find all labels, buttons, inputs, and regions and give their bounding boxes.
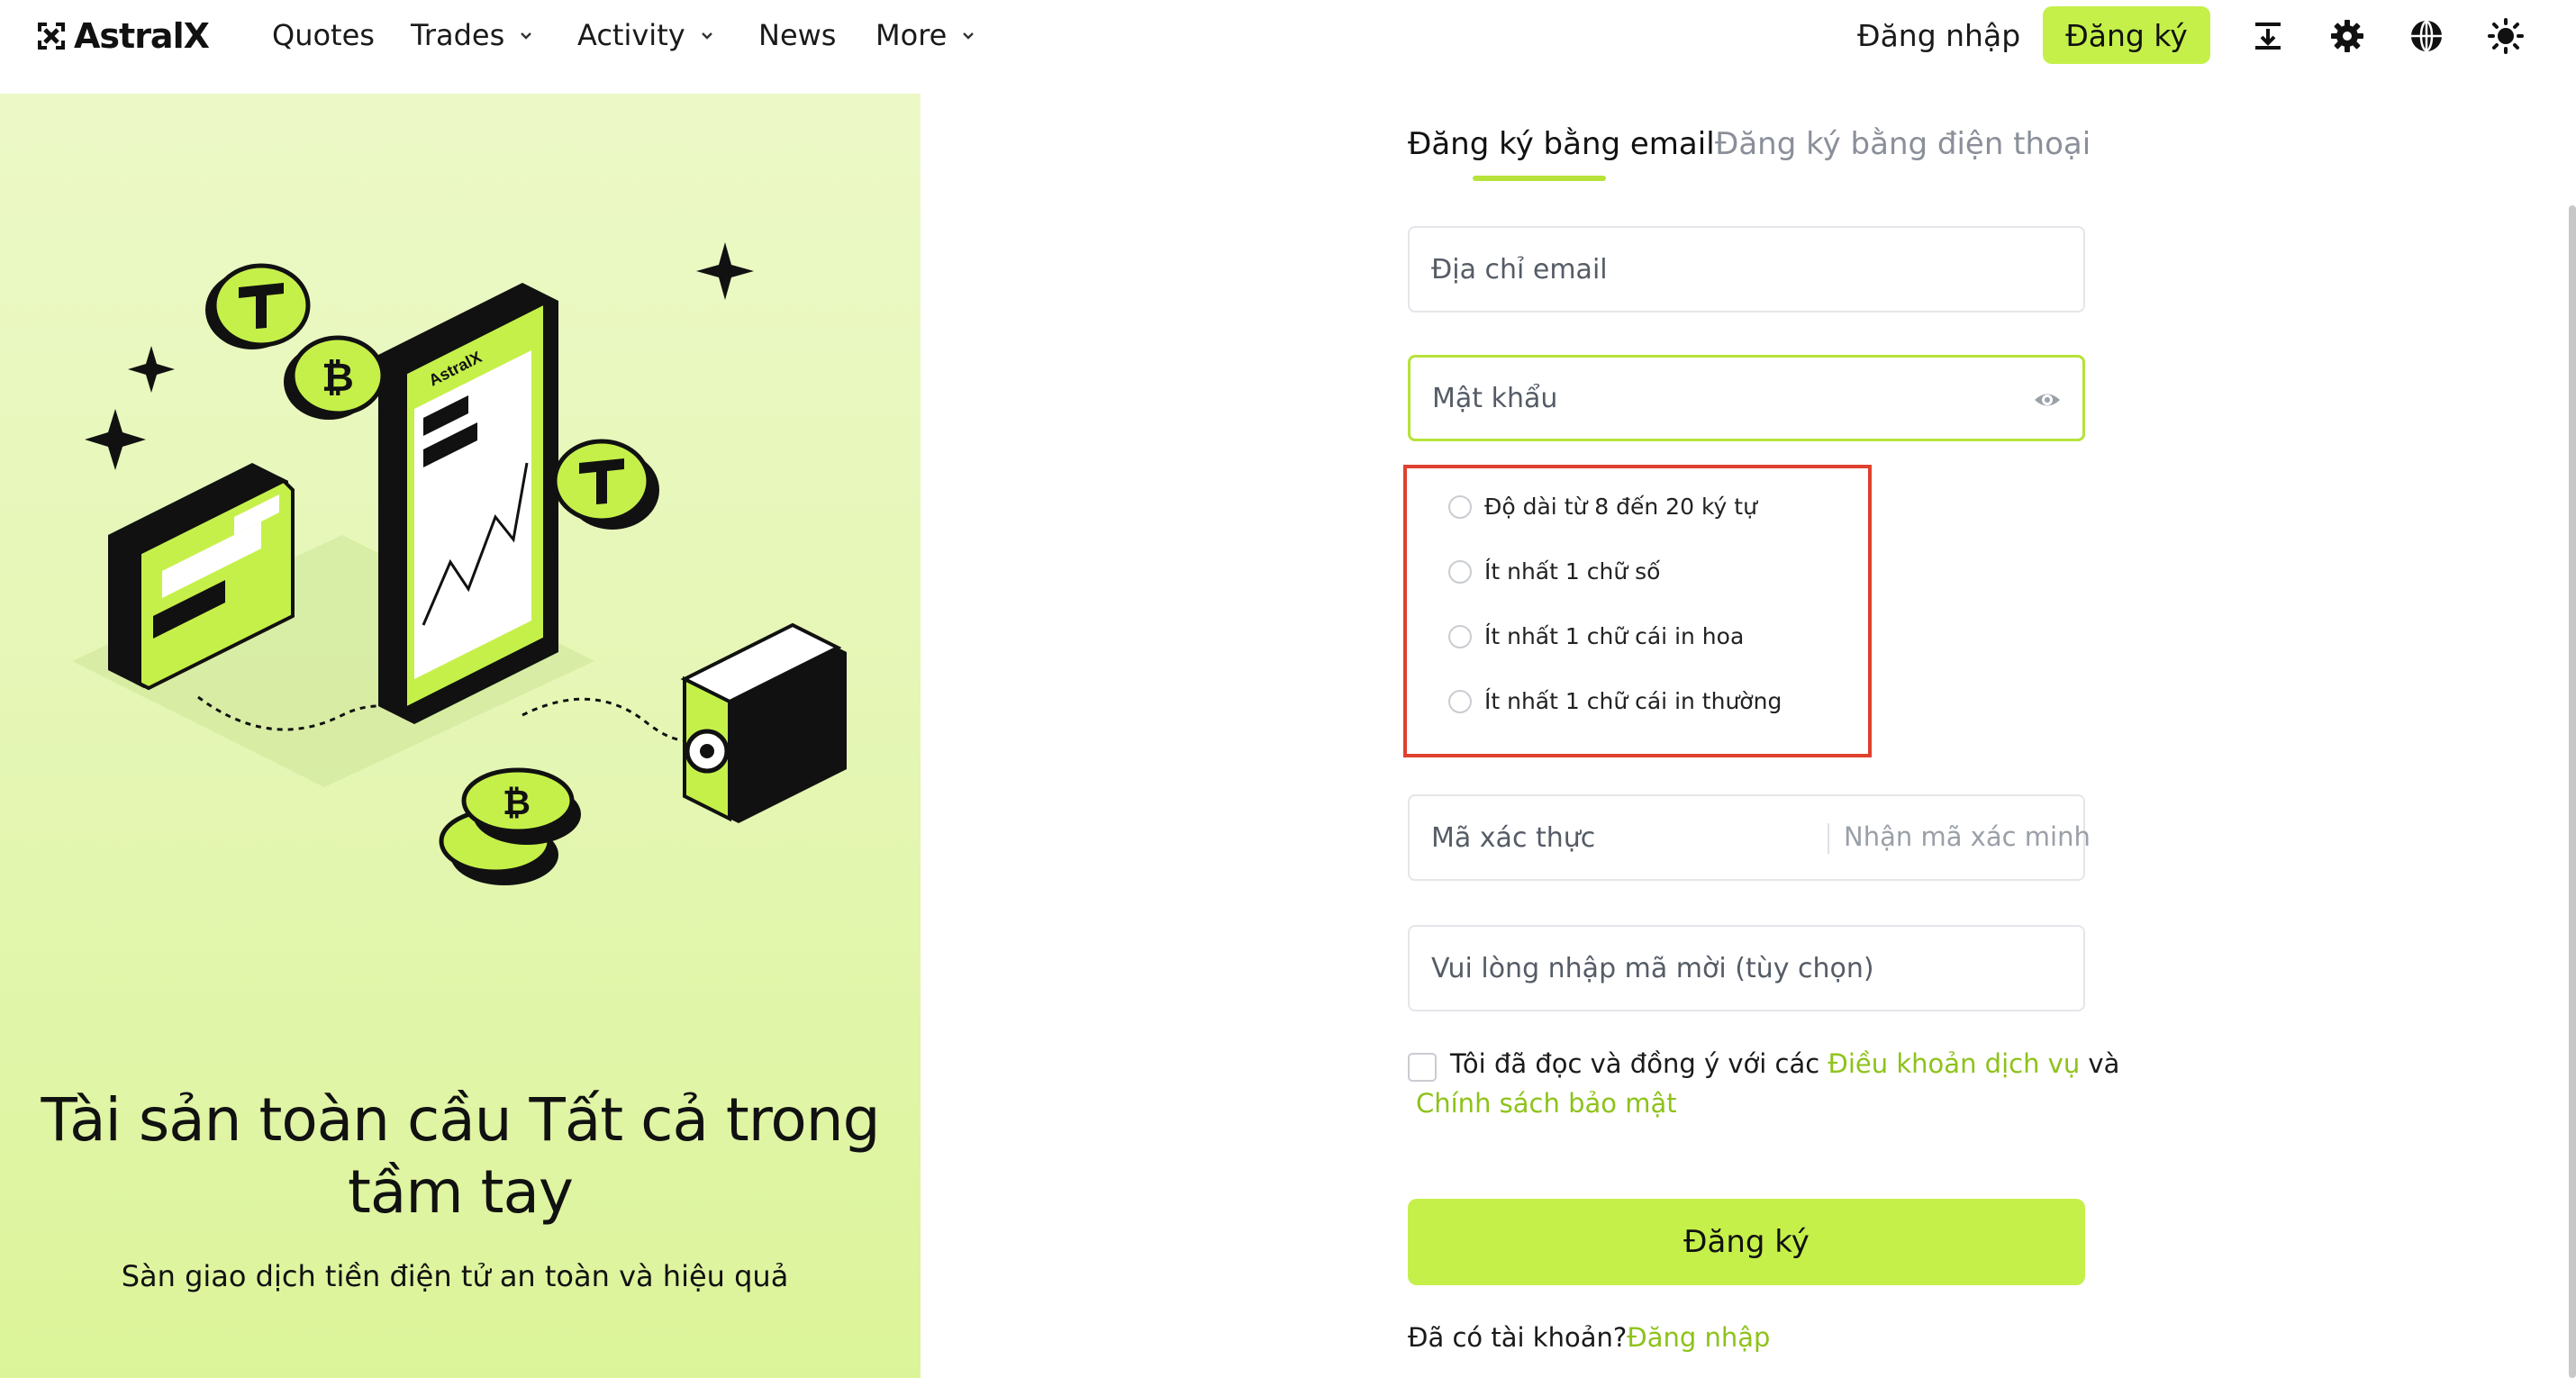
email-field[interactable] xyxy=(1408,226,2085,313)
rule-status-icon xyxy=(1448,689,1472,713)
brand-logo[interactable]: AstralX xyxy=(32,16,210,56)
divider xyxy=(1828,823,1829,854)
password-rule: Ít nhất 1 chữ cái in thường xyxy=(1448,688,1782,714)
chevron-down-icon xyxy=(963,32,975,40)
rule-status-icon xyxy=(1448,559,1472,584)
chevron-down-icon xyxy=(521,32,532,40)
promo-panel: AstralX ₿ ₿ Tài sản toàn cầu Tất cả tron… xyxy=(0,94,921,1378)
rule-status-icon xyxy=(1448,494,1472,519)
password-rule: Ít nhất 1 chữ số xyxy=(1448,558,1660,585)
promo-title: Tài sản toàn cầu Tất cả trong tầm tay xyxy=(41,1085,880,1227)
password-rule: Ít nhất 1 chữ cái in hoa xyxy=(1448,623,1744,649)
rule-status-icon xyxy=(1448,624,1472,648)
bitcoin-stack-icon: ₿ xyxy=(439,767,581,885)
nav-news[interactable]: News xyxy=(758,18,836,52)
chevron-down-icon xyxy=(701,32,712,40)
invite-code-field[interactable] xyxy=(1408,925,2085,1011)
tether-coin-icon xyxy=(552,439,659,530)
tether-coin-icon xyxy=(205,263,311,349)
nav-activity[interactable]: Activity xyxy=(577,18,716,52)
submit-signup-button[interactable]: Đăng ký xyxy=(1408,1199,2085,1285)
gear-icon[interactable] xyxy=(2327,16,2367,56)
globe-icon[interactable] xyxy=(2407,16,2446,56)
download-icon[interactable] xyxy=(2248,16,2288,56)
email-input[interactable] xyxy=(1431,228,1972,311)
svg-text:₿: ₿ xyxy=(322,355,354,401)
password-rule: Độ dài từ 8 đến 20 ký tự xyxy=(1448,494,1757,520)
password-rules-panel: Độ dài từ 8 đến 20 ký tự Ít nhất 1 chữ s… xyxy=(1403,465,1872,757)
nav-quotes[interactable]: Quotes xyxy=(272,18,375,52)
theme-icon[interactable] xyxy=(2486,16,2526,56)
verification-code-field[interactable]: Nhận mã xác minh xyxy=(1408,794,2091,881)
eye-icon[interactable] xyxy=(2032,385,2063,415)
crypto-illustration: AstralX ₿ ₿ xyxy=(72,242,847,885)
svg-text:₿: ₿ xyxy=(503,783,531,822)
agree-text: Tôi đã đọc và đồng ý với các Điều khoản … xyxy=(1450,1048,2120,1079)
bitcoin-coin-icon: ₿ xyxy=(284,335,385,420)
verification-code-input[interactable] xyxy=(1431,796,1810,879)
agree-checkbox[interactable] xyxy=(1408,1053,1437,1082)
agree-text-line2: Chính sách bảo mật xyxy=(1416,1088,1677,1119)
get-code-button[interactable]: Nhận mã xác minh xyxy=(1844,821,2091,852)
top-navbar: AstralX Quotes Trades Activity News More… xyxy=(0,0,2576,72)
terms-link[interactable]: Điều khoản dịch vụ xyxy=(1828,1048,2080,1079)
active-tab-indicator xyxy=(1473,176,1606,181)
nav-signup-button[interactable]: Đăng ký xyxy=(2043,6,2210,64)
sparkle-icon xyxy=(696,242,754,300)
brand-name: AstralX xyxy=(74,16,210,56)
safe-box xyxy=(680,622,847,823)
invite-code-input[interactable] xyxy=(1431,927,2062,1010)
tab-phone-signup[interactable]: Đăng ký bằng điện thoại xyxy=(1715,126,2091,162)
phone-device: AstralX xyxy=(378,283,558,724)
sparkle-icon xyxy=(128,346,175,393)
password-input[interactable] xyxy=(1432,358,1973,439)
nav-more[interactable]: More xyxy=(875,18,977,52)
login-link[interactable]: Đăng nhập xyxy=(1627,1322,1770,1353)
tab-email-signup[interactable]: Đăng ký bằng email xyxy=(1408,126,1715,162)
logo-icon xyxy=(38,23,65,50)
have-account-line: Đã có tài khoản?Đăng nhập xyxy=(1408,1322,1771,1353)
password-field[interactable] xyxy=(1408,355,2085,441)
sparkle-icon xyxy=(85,409,146,470)
nav-trades[interactable]: Trades xyxy=(411,18,535,52)
privacy-link[interactable]: Chính sách bảo mật xyxy=(1416,1088,1677,1119)
nav-login-link[interactable]: Đăng nhập xyxy=(1857,18,2020,53)
scrollbar[interactable] xyxy=(2569,205,2576,1378)
promo-subtitle: Sàn giao dịch tiền điện tử an toàn và hi… xyxy=(121,1259,789,1293)
